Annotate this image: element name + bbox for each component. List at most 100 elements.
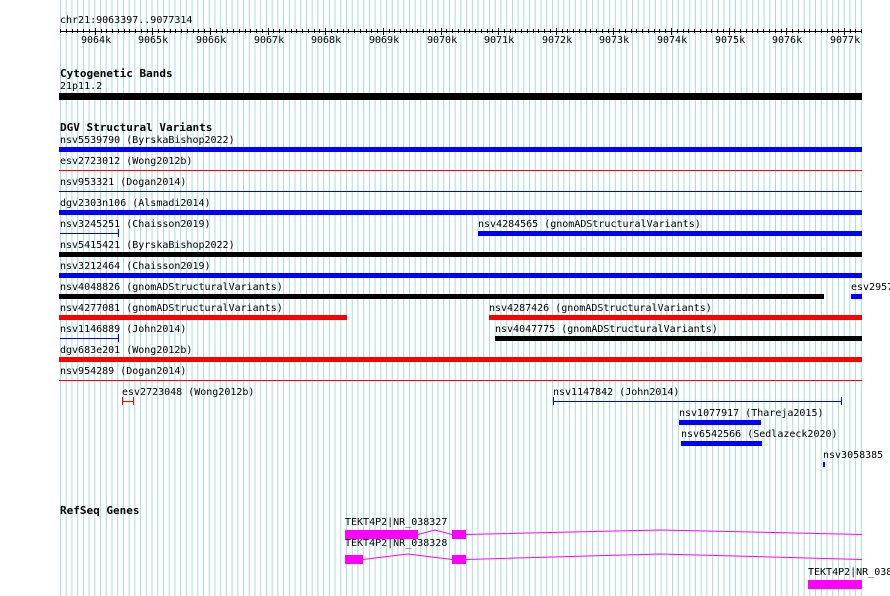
ruler-minor-tick [124,29,125,33]
ruler-major-tick [613,28,614,35]
ruler-minor-tick [515,29,516,33]
ruler-minor-tick [861,29,862,33]
ruler-minor-tick [585,29,586,33]
gene-exon [452,555,466,564]
ruler-minor-tick [838,29,839,33]
sv-feature[interactable] [851,294,862,299]
ruler-minor-tick [187,29,188,33]
sv-feature[interactable] [59,294,824,299]
ruler-minor-tick [492,29,493,33]
ruler-minor-tick [250,29,251,33]
ruler-minor-tick [469,29,470,33]
ruler-minor-tick [366,29,367,33]
sv-feature[interactable] [59,252,862,257]
sv-feature[interactable] [489,315,862,320]
sv-feature[interactable] [679,420,761,425]
ruler-tick-label: 9067k [254,35,285,46]
ruler-minor-tick [406,29,407,33]
ruler-minor-tick [348,29,349,33]
ruler-minor-tick [734,29,735,33]
sv-feature[interactable] [681,441,762,446]
sv-feature[interactable] [59,191,862,192]
sv-feature-end-tick [118,334,119,342]
ruler-minor-tick [319,29,320,33]
ruler-minor-tick [475,29,476,33]
ruler-major-tick [268,28,269,35]
ruler-minor-tick [129,29,130,33]
ruler-tick-label: 9070k [427,35,458,46]
ruler-major-tick [556,28,557,35]
ruler-minor-tick [412,29,413,33]
ruler-minor-tick [400,29,401,33]
ruler-minor-tick [521,29,522,33]
sv-feature[interactable] [478,231,862,236]
ruler-tick-label: 9069k [369,35,400,46]
ruler-minor-tick [706,29,707,33]
ruler-minor-tick [101,29,102,33]
track-title-dgv: DGV Structural Variants [60,121,213,134]
sv-label: nsv4284565 (gnomADStructuralVariants) [478,219,701,230]
ruler-major-tick [95,28,96,35]
ruler-minor-tick [596,29,597,33]
ruler-minor-tick [106,29,107,33]
sv-feature[interactable] [60,233,118,234]
sv-feature[interactable] [59,357,862,362]
ruler-tick-label: 9072k [542,35,573,46]
sv-label: nsv4287426 (gnomADStructuralVariants) [489,303,712,314]
sv-feature[interactable] [495,336,862,341]
ruler-minor-tick [642,29,643,33]
ruler-minor-tick [354,29,355,33]
ruler-minor-tick [608,29,609,33]
ruler-minor-tick [659,29,660,33]
sv-feature[interactable] [59,210,862,215]
ruler-minor-tick [291,29,292,33]
sv-feature[interactable] [553,401,842,402]
gene-intron [465,553,863,560]
ruler-minor-tick [458,29,459,33]
ruler-minor-tick [855,29,856,33]
ruler-tick-label: 9068k [311,35,342,46]
ruler-minor-tick [711,29,712,33]
sv-feature-end-tick [133,397,134,405]
ruler-minor-tick [723,29,724,33]
ruler-minor-tick [579,29,580,33]
sv-feature[interactable] [59,170,862,171]
track-title-refseq: RefSeq Genes [60,504,140,517]
gene-intron [417,529,453,535]
gene-exon[interactable] [808,580,862,589]
ruler-minor-tick [296,29,297,33]
ruler-minor-tick [746,29,747,33]
ruler-minor-tick [118,29,119,33]
ruler-tick-label: 9071k [484,35,515,46]
ruler-minor-tick [256,29,257,33]
ruler-minor-tick [717,29,718,33]
sv-feature[interactable] [823,462,825,467]
ruler-major-tick [325,28,326,35]
sv-label: esv2957 [851,282,890,293]
ruler-minor-tick [827,29,828,33]
ruler-minor-tick [198,29,199,33]
ruler-minor-tick [389,29,390,33]
sv-feature[interactable] [59,273,862,278]
ruler-minor-tick [331,29,332,33]
sv-feature[interactable] [60,338,118,339]
ruler-minor-tick [792,29,793,33]
cytoband-bar[interactable] [59,93,862,100]
ruler-minor-tick [371,29,372,33]
ruler-minor-tick [683,29,684,33]
ruler-minor-tick [481,29,482,33]
ruler-minor-tick [567,29,568,33]
sv-feature[interactable] [59,147,862,152]
sv-feature[interactable] [59,315,347,320]
sv-feature[interactable] [59,380,862,381]
sv-label: nsv1077917 (Thareja2015) [679,408,824,419]
gene-intron [362,553,453,560]
ruler-minor-tick [740,29,741,33]
gene-model[interactable] [340,546,865,566]
ruler-minor-tick [204,29,205,33]
ruler-minor-tick [590,29,591,33]
ruler-minor-tick [285,29,286,33]
ruler-minor-tick [164,29,165,33]
ruler-minor-tick [147,29,148,33]
ruler-minor-tick [222,29,223,33]
